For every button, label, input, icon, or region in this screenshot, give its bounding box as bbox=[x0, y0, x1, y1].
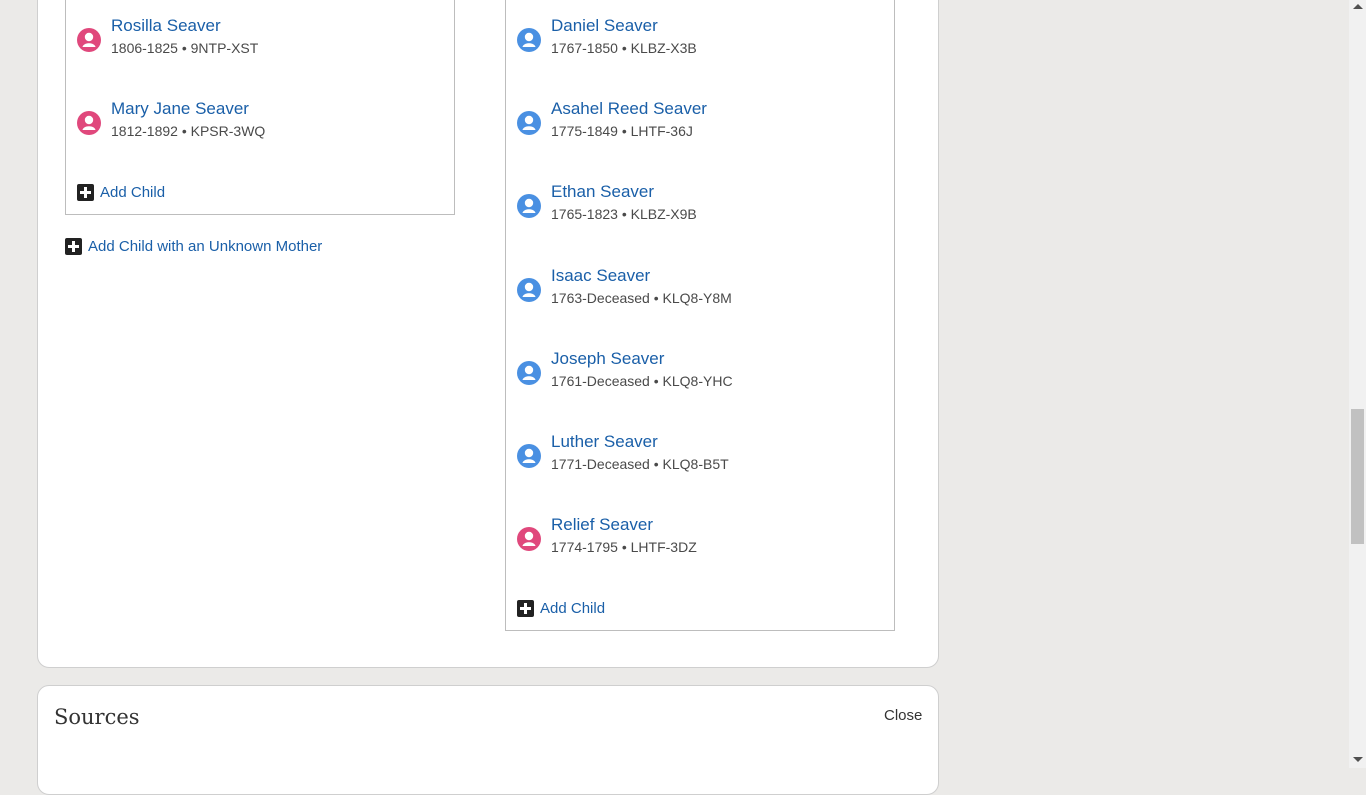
plus-icon bbox=[517, 600, 534, 617]
add-child-label: Add Child bbox=[540, 600, 606, 617]
child-name-link[interactable]: Asahel Reed Seaver bbox=[551, 99, 707, 119]
child-name-link[interactable]: Daniel Seaver bbox=[551, 16, 658, 36]
female-person-icon bbox=[77, 111, 101, 135]
child-lifespan-id: 1765-1823 • KLBZ-X9B bbox=[551, 206, 697, 222]
female-person-icon bbox=[77, 28, 101, 52]
male-person-icon bbox=[517, 111, 541, 135]
children-list-right bbox=[505, 0, 895, 631]
female-person-icon bbox=[517, 527, 541, 551]
child-lifespan-id: 1763-Deceased • KLQ8-Y8M bbox=[551, 290, 732, 306]
male-person-icon bbox=[517, 278, 541, 302]
plus-icon bbox=[77, 184, 94, 201]
child-name-link[interactable]: Joseph Seaver bbox=[551, 349, 664, 369]
sources-close-button[interactable]: Close bbox=[884, 707, 922, 724]
child-name-link[interactable]: Mary Jane Seaver bbox=[111, 99, 249, 119]
sources-heading: Sources bbox=[54, 705, 140, 729]
male-person-icon bbox=[517, 194, 541, 218]
plus-icon bbox=[65, 238, 82, 255]
add-child-label: Add Child bbox=[100, 184, 166, 201]
child-lifespan-id: 1774-1795 • LHTF-3DZ bbox=[551, 539, 697, 555]
child-name-link[interactable]: Luther Seaver bbox=[551, 432, 658, 452]
scroll-up-arrow-icon[interactable] bbox=[1353, 4, 1363, 9]
child-lifespan-id: 1806-1825 • 9NTP-XST bbox=[111, 40, 259, 56]
child-name-link[interactable]: Isaac Seaver bbox=[551, 266, 650, 286]
child-lifespan-id: 1812-1892 • KPSR-3WQ bbox=[111, 123, 266, 139]
child-name-link[interactable]: Ethan Seaver bbox=[551, 182, 654, 202]
add-child-unknown-mother-label: Add Child with an Unknown Mother bbox=[88, 238, 323, 255]
child-lifespan-id: 1775-1849 • LHTF-36J bbox=[551, 123, 693, 139]
child-lifespan-id: 1761-Deceased • KLQ8-YHC bbox=[551, 373, 733, 389]
scroll-down-arrow-icon[interactable] bbox=[1353, 757, 1363, 762]
child-name-link[interactable]: Rosilla Seaver bbox=[111, 16, 221, 36]
sources-card bbox=[37, 685, 939, 795]
male-person-icon bbox=[517, 28, 541, 52]
child-lifespan-id: 1771-Deceased • KLQ8-B5T bbox=[551, 456, 729, 472]
child-name-link[interactable]: Relief Seaver bbox=[551, 515, 653, 535]
child-lifespan-id: 1767-1850 • KLBZ-X3B bbox=[551, 40, 697, 56]
male-person-icon bbox=[517, 444, 541, 468]
male-person-icon bbox=[517, 361, 541, 385]
scrollbar-thumb[interactable] bbox=[1351, 409, 1364, 544]
page-scrollbar[interactable] bbox=[1349, 0, 1366, 768]
